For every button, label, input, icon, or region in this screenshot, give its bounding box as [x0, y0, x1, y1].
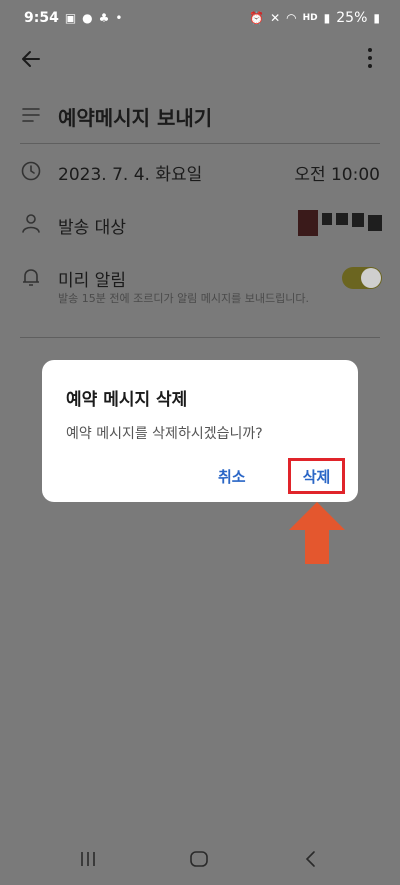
lines-icon	[22, 108, 40, 122]
navigation-bar	[0, 832, 400, 885]
app-bar	[0, 36, 400, 80]
bell-icon	[23, 269, 39, 286]
arrow-up-icon	[289, 502, 345, 564]
battery-text: 25%	[336, 10, 368, 26]
reminder-row: 미리 알림 발송 15분 전에 조르디가 알림 메시지를 보내드립니다.	[0, 263, 400, 323]
cancel-button[interactable]: 취소	[218, 466, 246, 487]
back-button[interactable]	[18, 46, 44, 72]
signal-icon: ▮	[323, 11, 331, 25]
recipient-label: 발송 대상	[58, 218, 126, 238]
person-icon	[22, 214, 40, 233]
recipient-row[interactable]: 발송 대상	[0, 210, 400, 238]
more-vertical-icon	[368, 48, 372, 68]
time-value: 오전 10:00	[294, 165, 380, 185]
dialog-message: 예약 메시지를 삭제하시겠습니까?	[66, 426, 263, 442]
status-right: ⏰ ✕ ◠ HD ▮ 25% ▮	[249, 10, 380, 26]
recipient-avatars-blurred	[298, 210, 382, 236]
page-title: 예약메시지 보내기	[58, 106, 213, 130]
recent-apps-icon[interactable]	[77, 850, 99, 868]
back-nav-icon[interactable]	[300, 850, 322, 868]
dot-icon: •	[115, 11, 123, 25]
mute-icon: ✕	[270, 11, 281, 25]
divider	[20, 337, 380, 338]
app-icon: ♣	[98, 11, 110, 25]
clock-icon	[21, 161, 41, 181]
alarm-icon: ⏰	[249, 11, 265, 25]
date-value: 2023. 7. 4. 화요일	[58, 165, 203, 185]
status-left: 9:54 ▣ ● ♣ •	[24, 10, 123, 26]
reminder-label: 미리 알림	[58, 271, 126, 291]
divider	[20, 143, 380, 144]
reminder-description: 발송 15분 전에 조르디가 알림 메시지를 보내드립니다.	[58, 292, 309, 305]
chat-icon: ●	[82, 11, 93, 25]
more-button[interactable]	[362, 46, 378, 70]
battery-icon: ▮	[373, 11, 380, 25]
delete-button[interactable]: 삭제	[288, 458, 345, 494]
reminder-toggle[interactable]	[342, 267, 382, 289]
dialog-title: 예약 메시지 삭제	[66, 390, 188, 410]
toggle-knob	[361, 268, 381, 288]
status-time: 9:54	[24, 10, 59, 26]
date-row[interactable]: 2023. 7. 4. 화요일 오전 10:00	[0, 158, 400, 185]
wifi-icon: ◠	[286, 11, 297, 25]
home-icon[interactable]	[188, 850, 210, 868]
gallery-icon: ▣	[64, 11, 77, 25]
arrow-left-icon	[22, 51, 40, 67]
delete-dialog: 예약 메시지 삭제 예약 메시지를 삭제하시겠습니까? 취소 삭제	[42, 360, 358, 502]
title-row: 예약메시지 보내기	[0, 100, 400, 130]
network-label: HD	[302, 13, 318, 23]
status-bar: 9:54 ▣ ● ♣ • ⏰ ✕ ◠ HD ▮ 25% ▮	[0, 0, 400, 36]
